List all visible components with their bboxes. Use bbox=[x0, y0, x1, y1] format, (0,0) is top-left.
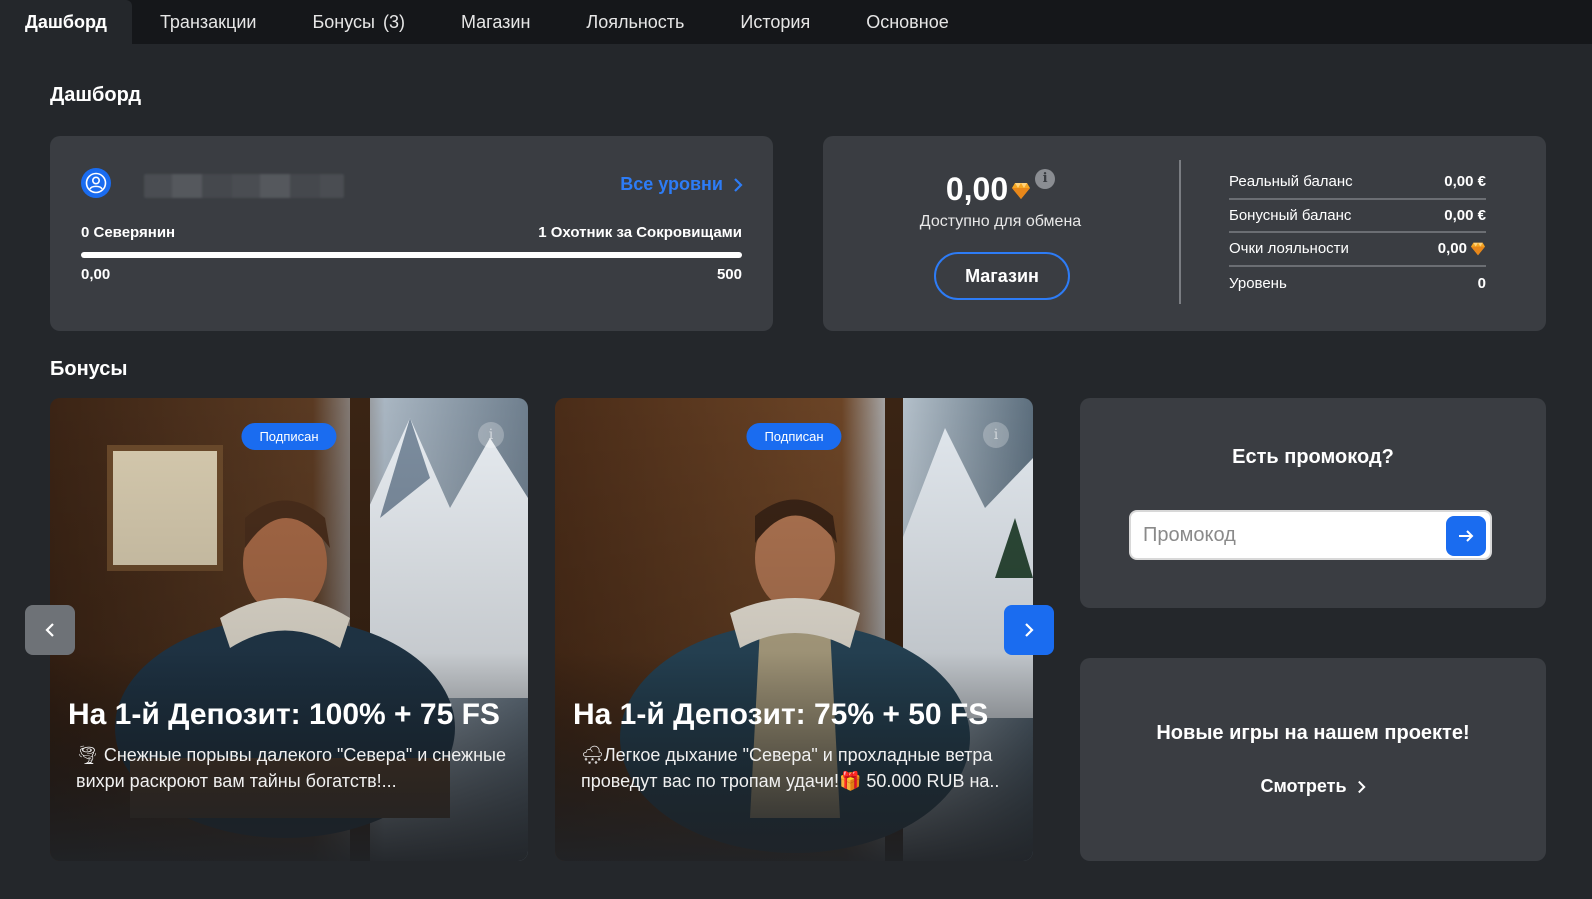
available-value: 0,00 bbox=[945, 171, 1009, 207]
bonus-description: 🌪 Снежные порывы далекого "Севера" и сне… bbox=[76, 745, 506, 791]
chevron-right-icon bbox=[1025, 623, 1034, 637]
arrow-right-icon bbox=[1459, 530, 1474, 542]
balance-value: 0,00 € bbox=[1444, 173, 1486, 191]
balance-value-wrap: 0,00 bbox=[1438, 240, 1486, 257]
chevron-left-icon bbox=[45, 623, 54, 637]
balance-row-loyalty: Очки лояльности 0,00 bbox=[1229, 233, 1486, 267]
tab-label: История bbox=[740, 11, 811, 32]
shop-button[interactable]: Магазин bbox=[934, 252, 1070, 300]
tab-label: Дашборд bbox=[25, 11, 107, 32]
view-games-label: Смотреть bbox=[1260, 776, 1347, 796]
tab-dashboard[interactable]: Дашборд bbox=[0, 0, 132, 44]
available-points: 0,00 i bbox=[823, 168, 1178, 208]
tab-label: Основное bbox=[866, 11, 949, 32]
tab-label: Магазин bbox=[460, 11, 531, 32]
info-icon[interactable]: i bbox=[1035, 168, 1056, 189]
gem-icon bbox=[1012, 182, 1031, 199]
new-games-title: Новые игры на нашем проекте! bbox=[1156, 722, 1470, 744]
info-icon[interactable]: i bbox=[983, 422, 1009, 448]
carousel-prev-button[interactable] bbox=[25, 605, 75, 655]
balance-label: Очки лояльности bbox=[1229, 240, 1349, 258]
subscribed-badge: Подписан bbox=[746, 423, 842, 450]
tab-loyalty[interactable]: Лояльность bbox=[558, 0, 712, 44]
all-levels-link[interactable]: Все уровни bbox=[620, 174, 743, 195]
promo-field bbox=[1129, 510, 1492, 560]
tab-label: Бонусы bbox=[312, 11, 375, 32]
bonus-card[interactable]: Подписан i На 1-й Депозит: 100% + 75 FS … bbox=[50, 398, 528, 861]
carousel-next-button[interactable] bbox=[1004, 605, 1054, 655]
page-title: Дашборд bbox=[50, 84, 142, 106]
progress-value: 0,00 bbox=[81, 266, 111, 283]
promo-title: Есть промокод? bbox=[1232, 446, 1394, 468]
available-label: Доступно для обмена bbox=[919, 213, 1082, 230]
level-card: Все уровни 0 Северянин 1 Охотник за Сокр… bbox=[50, 136, 773, 331]
bonus-description: 🌨Легкое дыхание "Севера" и прохладные ве… bbox=[581, 745, 1000, 791]
user-icon bbox=[85, 172, 107, 194]
subscribed-badge: Подписан bbox=[241, 423, 337, 450]
new-games-card: Новые игры на нашем проекте! Смотреть bbox=[1080, 658, 1546, 861]
bonus-card[interactable]: Подписан i На 1-й Депозит: 75% + 50 FS 🌨… bbox=[555, 398, 1033, 861]
avatar bbox=[81, 168, 111, 198]
balance-value: 0,00 € bbox=[1444, 206, 1486, 224]
next-level: 1 Охотник за Сокровищами bbox=[538, 224, 742, 241]
balance-label: Бонусный баланс bbox=[1229, 206, 1352, 224]
info-icon[interactable]: i bbox=[478, 422, 504, 448]
balance-label: Уровень bbox=[1229, 274, 1287, 292]
bonus-title: На 1-й Депозит: 75% + 50 FS bbox=[573, 698, 989, 731]
chevron-right-icon bbox=[734, 177, 743, 192]
level-progress-bar bbox=[81, 252, 742, 258]
balance-row-bonus: Бонусный баланс 0,00 € bbox=[1229, 200, 1486, 233]
tab-label: Лояльность bbox=[586, 11, 685, 32]
all-levels-label: Все уровни bbox=[620, 174, 723, 194]
current-level: 0 Северянин bbox=[81, 224, 176, 241]
balance-label: Реальный баланс bbox=[1229, 173, 1353, 191]
tab-count: (3) bbox=[382, 11, 405, 32]
tab-label: Транзакции bbox=[159, 11, 257, 32]
username-redacted bbox=[144, 174, 344, 198]
view-games-link[interactable]: Смотреть bbox=[1080, 776, 1546, 797]
balance-row-real: Реальный баланс 0,00 € bbox=[1229, 166, 1486, 200]
promo-card: Есть промокод? bbox=[1080, 398, 1546, 608]
balance-card: 0,00 i Доступно для обмена Магазин Реаль… bbox=[823, 136, 1546, 331]
tab-shop[interactable]: Магазин bbox=[433, 0, 558, 44]
top-tabs: Дашборд Транзакции Бонусы (3) Магазин Лоя… bbox=[0, 0, 1592, 44]
bonus-title: На 1-й Депозит: 100% + 75 FS bbox=[68, 698, 500, 731]
tab-bonuses[interactable]: Бонусы (3) bbox=[284, 0, 433, 44]
balance-table: Реальный баланс 0,00 € Бонусный баланс 0… bbox=[1229, 166, 1486, 300]
chevron-right-icon bbox=[1357, 780, 1366, 793]
level-names: 0 Северянин 1 Охотник за Сокровищами bbox=[81, 224, 742, 241]
tab-general[interactable]: Основное bbox=[838, 0, 976, 44]
tab-history[interactable]: История bbox=[712, 0, 838, 44]
tab-transactions[interactable]: Транзакции bbox=[132, 0, 285, 44]
balance-row-level: Уровень 0 bbox=[1229, 267, 1486, 301]
level-progress-values: 0,00 500 bbox=[81, 266, 742, 283]
balance-value: 0,00 bbox=[1437, 240, 1467, 258]
progress-target: 500 bbox=[716, 266, 742, 283]
promo-input[interactable] bbox=[1143, 512, 1433, 558]
promo-submit-button[interactable] bbox=[1446, 516, 1486, 556]
gem-icon bbox=[1471, 242, 1485, 255]
balance-value: 0 bbox=[1477, 274, 1486, 292]
bonuses-title: Бонусы bbox=[50, 358, 128, 380]
divider bbox=[1179, 160, 1181, 304]
